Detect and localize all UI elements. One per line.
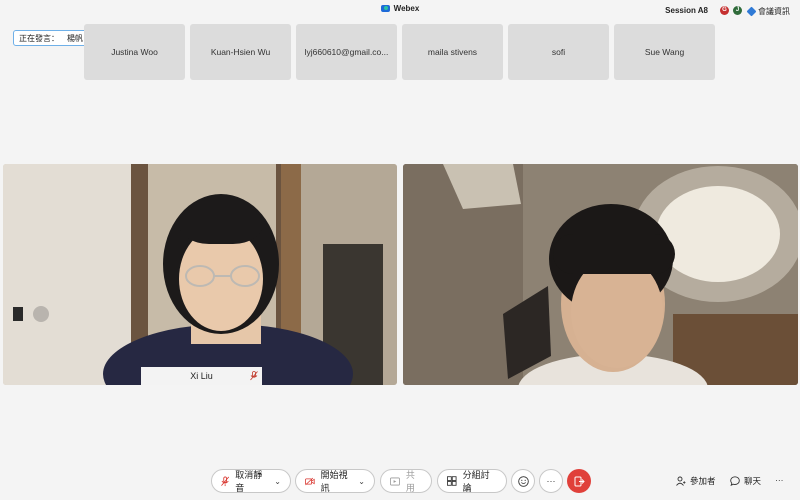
unmute-label: 取消靜音	[235, 470, 263, 493]
video-feed-left[interactable]: Xi Liu	[3, 164, 397, 385]
participant-name: Kuan-Hsien Wu	[210, 47, 271, 57]
participant-name: lyj660610@gmail.co...	[304, 47, 389, 57]
chevron-down-icon[interactable]: ⌄	[274, 477, 281, 486]
start-video-button[interactable]: 開始視訊 ⌄	[295, 469, 375, 493]
participant-name: sofi	[551, 47, 566, 57]
participants-label: 參加者	[690, 476, 716, 486]
app-title-text: Webex	[393, 4, 420, 13]
share-icon	[390, 477, 400, 485]
leave-meeting-button[interactable]	[567, 469, 591, 493]
start-video-label: 開始視訊	[320, 470, 348, 493]
avatar-g[interactable]: G	[720, 6, 729, 15]
leave-icon	[574, 476, 585, 486]
title-bar: Webex Session A8 G J 會議資訊	[0, 0, 800, 22]
meeting-info-button[interactable]: 會議資訊	[746, 6, 790, 17]
participant-name: Justina Woo	[111, 47, 158, 57]
speaking-label: 正在發言：	[19, 33, 59, 43]
video-image-left	[3, 164, 397, 385]
avatar-j[interactable]: J	[733, 6, 742, 15]
chat-label: 聊天	[744, 476, 762, 486]
participant-tile[interactable]: Justina Woo	[84, 24, 185, 80]
active-speaker-indicator: 正在發言： 楊帆	[13, 30, 89, 46]
speaker-name: 楊帆	[67, 33, 83, 43]
meeting-info-label: 會議資訊	[758, 7, 790, 16]
reactions-button[interactable]	[511, 469, 535, 493]
participant-strip: Justina Woo Kuan-Hsien Wu lyj660610@gmai…	[84, 24, 715, 80]
participant-tile[interactable]: sofi	[508, 24, 609, 80]
participant-name: maila stivens	[427, 47, 478, 57]
share-label: 共用	[405, 470, 415, 493]
muted-mic-icon	[250, 371, 258, 381]
session-name: Session A8	[665, 6, 708, 15]
participant-tile[interactable]: Kuan-Hsien Wu	[190, 24, 291, 80]
participant-tile[interactable]: Sue Wang	[614, 24, 715, 80]
video-image-right	[403, 164, 798, 385]
smiley-icon	[517, 475, 529, 487]
participants-icon	[676, 476, 686, 486]
breakout-label: 分組討論	[462, 470, 490, 493]
chat-icon	[730, 476, 740, 486]
participant-tile[interactable]: lyj660610@gmail.co...	[296, 24, 397, 80]
video-off-icon	[305, 477, 315, 485]
share-button[interactable]: 共用	[380, 469, 432, 493]
unmute-button[interactable]: 取消靜音 ⌄	[211, 469, 291, 493]
participant-name: Sue Wang	[644, 47, 685, 57]
breakout-button[interactable]: 分組討論	[437, 469, 507, 493]
participant-tile[interactable]: maila stivens	[402, 24, 503, 80]
video-feed-right[interactable]	[403, 164, 798, 385]
info-icon	[746, 6, 757, 17]
video-left-name: Xi Liu	[190, 371, 213, 381]
chevron-down-icon[interactable]: ⌄	[358, 477, 365, 486]
more-options-button[interactable]: ···	[539, 469, 563, 493]
participant-name-label: Xi Liu	[141, 367, 262, 385]
more-label: ···	[546, 476, 556, 486]
overflow-label: ···	[775, 475, 784, 485]
webex-logo-icon	[380, 5, 390, 12]
chat-button[interactable]: 聊天	[730, 475, 761, 487]
overflow-menu-button[interactable]: ···	[775, 475, 784, 485]
mic-muted-icon	[221, 476, 230, 486]
participants-button[interactable]: 參加者	[676, 475, 716, 487]
breakout-icon	[447, 476, 457, 486]
meeting-controls: 取消靜音 ⌄ 開始視訊 ⌄ 共用 分組討論 ··· 參加者 聊天 ···	[0, 469, 800, 495]
